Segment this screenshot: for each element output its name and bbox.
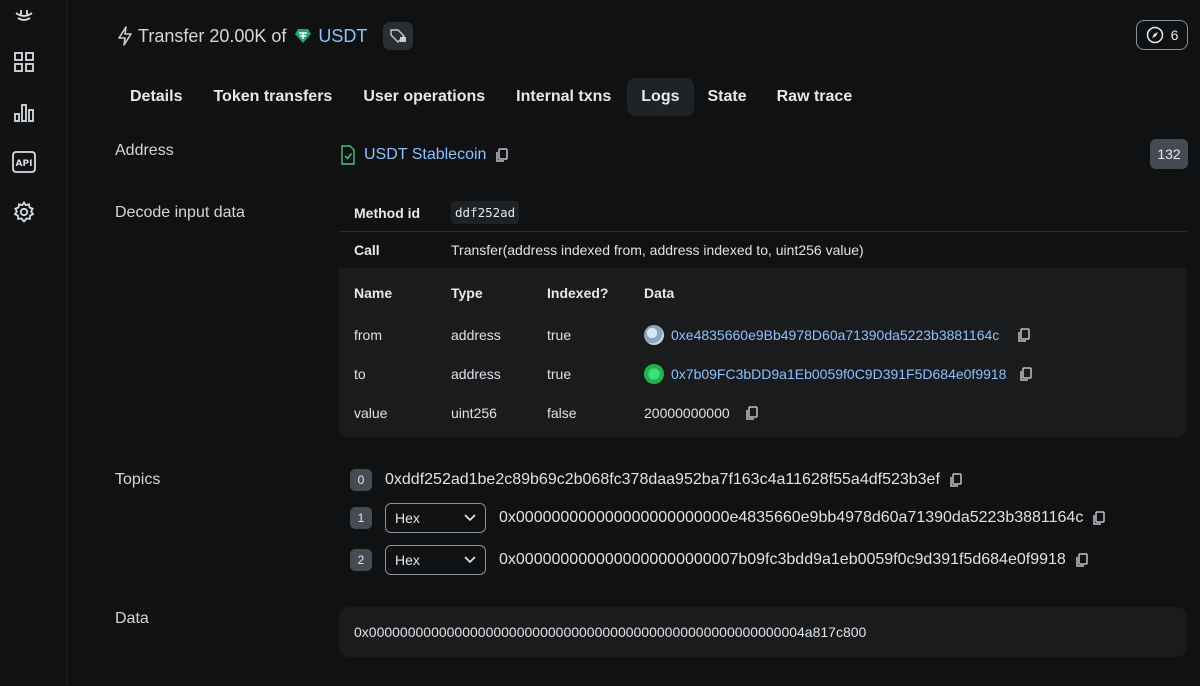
decode-label: Decode input data <box>115 204 245 221</box>
tab-details[interactable]: Details <box>116 78 196 116</box>
call-row: Call Transfer(address indexed from, addr… <box>339 232 1187 268</box>
param-data-address[interactable]: 0xe4835660e9Bb4978D60a71390da5223b388116… <box>671 327 999 343</box>
verified-contract-icon <box>341 145 355 165</box>
copy-icon[interactable] <box>1074 552 1090 568</box>
copy-icon[interactable] <box>494 147 510 163</box>
method-id-value: ddf252ad <box>451 201 520 224</box>
tab-token-transfers[interactable]: Token transfers <box>199 78 346 116</box>
compass-icon <box>1146 26 1163 44</box>
topic-format-select[interactable]: Hex <box>385 503 486 533</box>
param-type: uint256 <box>451 405 497 421</box>
copy-icon[interactable] <box>1091 510 1107 526</box>
tx-title: Transfer 20.00K of USDT <box>116 22 414 50</box>
tab-user-operations[interactable]: User operations <box>349 78 499 116</box>
token-link[interactable]: USDT <box>318 26 367 47</box>
tab-raw-trace[interactable]: Raw trace <box>763 78 867 116</box>
topic-value: 0x000000000000000000000000e4835660e9bb49… <box>499 509 1084 526</box>
add-tag-button[interactable] <box>383 22 414 50</box>
copy-icon[interactable] <box>1018 366 1034 382</box>
stats-icon[interactable] <box>11 99 37 125</box>
column-name: Name <box>354 285 393 301</box>
main-content: Transfer 20.00K of USDT 6 Details Token … <box>68 0 1200 686</box>
log-index-badge: 132 <box>1150 139 1188 169</box>
topic-row: 2 Hex 0x0000000000000000000000007b09fc3b… <box>350 545 1090 575</box>
column-type: Type <box>451 285 483 301</box>
topic-value: 0xddf252ad1be2c89b69c2b068fc378daa952ba7… <box>385 471 940 488</box>
usdt-token-icon <box>295 29 312 43</box>
param-name: to <box>354 366 366 382</box>
param-name: from <box>354 327 382 343</box>
explorer-counter-button[interactable]: 6 <box>1136 20 1188 50</box>
decode-table: Method id ddf252ad Call Transfer(address… <box>339 193 1187 437</box>
param-type: address <box>451 366 501 382</box>
dashboard-icon[interactable] <box>11 49 37 75</box>
topics-label: Topics <box>115 471 161 488</box>
chevron-down-icon <box>464 514 476 522</box>
svg-text:API: API <box>16 159 33 169</box>
topic-row: 1 Hex 0x000000000000000000000000e4835660… <box>350 503 1107 533</box>
param-indexed: false <box>547 405 577 421</box>
param-data-value: 20000000000 <box>644 405 730 421</box>
param-indexed: true <box>547 366 572 382</box>
address-avatar <box>644 364 664 384</box>
topic-index: 0 <box>350 469 372 491</box>
data-box: 0x00000000000000000000000000000000000000… <box>339 607 1187 657</box>
topic-index: 1 <box>350 507 372 529</box>
select-value: Hex <box>395 510 420 526</box>
chevron-down-icon <box>464 556 476 564</box>
topic-index: 2 <box>350 549 372 571</box>
tag-lock-icon <box>390 29 407 43</box>
copy-icon[interactable] <box>744 405 760 421</box>
column-data: Data <box>644 285 675 301</box>
call-signature: Transfer(address indexed from, address i… <box>451 242 864 258</box>
contract-link[interactable]: USDT Stablecoin <box>364 146 486 164</box>
method-id-label: Method id <box>354 205 421 221</box>
title-text: Transfer 20.00K of <box>138 25 287 46</box>
tab-logs[interactable]: Logs <box>627 78 694 116</box>
param-type: address <box>451 327 501 343</box>
lightning-icon <box>118 26 132 46</box>
settings-icon[interactable] <box>11 199 37 225</box>
counter-value: 6 <box>1170 27 1179 43</box>
tab-internal-txns[interactable]: Internal txns <box>502 78 625 116</box>
param-name: value <box>354 405 388 421</box>
copy-icon[interactable] <box>1016 327 1032 343</box>
copy-icon[interactable] <box>948 472 964 488</box>
params-table: Name Type Indexed? Data from address tru… <box>339 268 1187 437</box>
address-row: USDT Stablecoin <box>340 144 510 166</box>
address-label: Address <box>115 142 174 159</box>
topic-row: 0 0xddf252ad1be2c89b69c2b068fc378daa952b… <box>350 465 964 495</box>
method-id-row: Method id ddf252ad <box>339 193 1187 232</box>
tab-state[interactable]: State <box>694 78 761 116</box>
data-label: Data <box>115 610 149 627</box>
call-label: Call <box>354 242 380 258</box>
address-avatar <box>644 325 664 345</box>
topic-value: 0x0000000000000000000000007b09fc3bdd9a1e… <box>499 551 1066 568</box>
data-value: 0x00000000000000000000000000000000000000… <box>354 624 867 640</box>
api-icon[interactable]: API <box>11 149 37 175</box>
logo-icon[interactable] <box>11 4 37 30</box>
column-indexed: Indexed? <box>547 285 609 301</box>
tab-bar: Details Token transfers User operations … <box>116 77 866 117</box>
sidebar: API <box>0 0 68 686</box>
param-data-address[interactable]: 0x7b09FC3bDD9a1Eb0059f0C9D391F5D684e0f99… <box>671 366 1006 382</box>
topic-format-select[interactable]: Hex <box>385 545 486 575</box>
select-value: Hex <box>395 552 420 568</box>
param-indexed: true <box>547 327 572 343</box>
